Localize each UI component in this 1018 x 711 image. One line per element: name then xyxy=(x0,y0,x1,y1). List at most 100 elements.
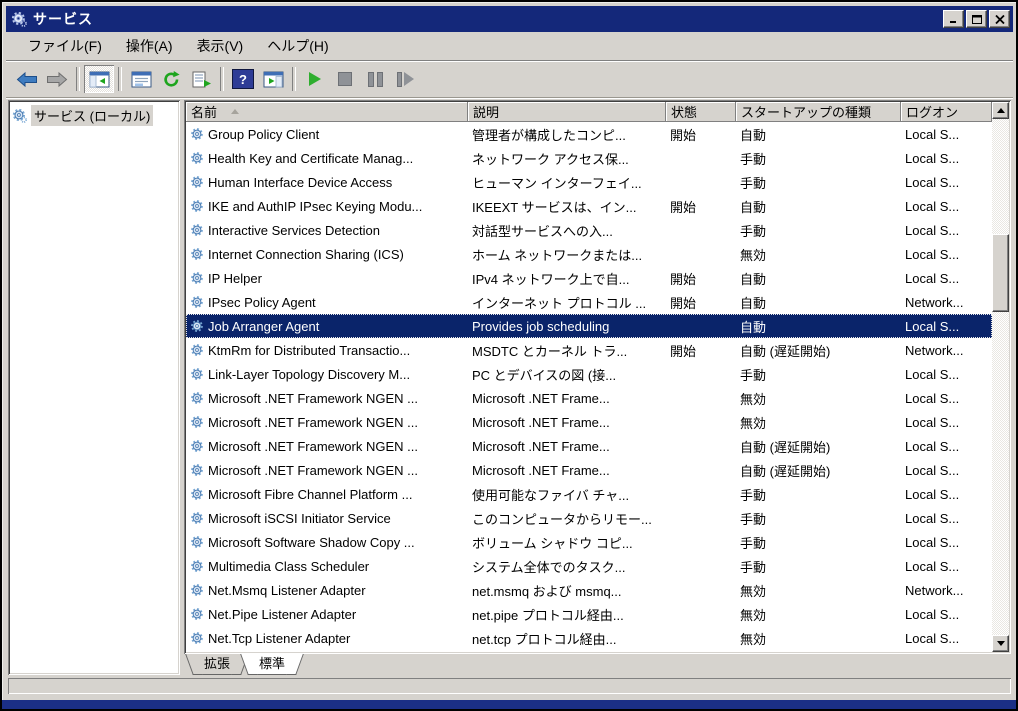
minimize-icon[interactable] xyxy=(943,10,964,28)
vertical-scrollbar[interactable] xyxy=(992,102,1009,652)
service-name: Multimedia Class Scheduler xyxy=(208,559,369,574)
service-name: Interactive Services Detection xyxy=(208,223,380,238)
table-row[interactable]: Microsoft Software Shadow Copy ... ボリューム… xyxy=(186,530,992,554)
service-gear-icon xyxy=(190,415,204,429)
services-gear-icon xyxy=(11,11,27,27)
table-row[interactable]: Human Interface Device Access ヒューマン インター… xyxy=(186,170,992,194)
sidebar-item-services-local[interactable]: サービス (ローカル) xyxy=(12,105,176,126)
help-icon[interactable]: ? xyxy=(228,65,258,93)
service-logon-as: Local S... xyxy=(901,223,992,238)
menu-action[interactable]: 操作(A) xyxy=(114,33,185,59)
service-description: 管理者が構成したコンピ... xyxy=(468,125,666,144)
service-gear-icon xyxy=(190,487,204,501)
service-gear-icon xyxy=(190,199,204,213)
service-logon-as: Local S... xyxy=(901,175,992,190)
table-row[interactable]: Health Key and Certificate Manag... ネットワ… xyxy=(186,146,992,170)
service-name-cell: Microsoft .NET Framework NGEN ... xyxy=(186,415,468,430)
export-list-icon[interactable] xyxy=(186,65,216,93)
service-name-cell: Microsoft Software Shadow Copy ... xyxy=(186,535,468,550)
menu-help[interactable]: ヘルプ(H) xyxy=(255,33,340,59)
column-header-description[interactable]: 説明 xyxy=(468,102,666,122)
table-row[interactable]: KtmRm for Distributed Transactio... MSDT… xyxy=(186,338,992,362)
restart-service-icon[interactable] xyxy=(390,65,420,93)
table-row[interactable]: Job Arranger Agent Provides job scheduli… xyxy=(186,314,992,338)
service-startup-type: 手動 xyxy=(736,365,901,384)
service-logon-as: Local S... xyxy=(901,511,992,526)
refresh-icon[interactable] xyxy=(156,65,186,93)
tab-extended[interactable]: 拡張 xyxy=(194,654,240,675)
status-text xyxy=(8,678,1011,694)
table-row[interactable]: Microsoft Fibre Channel Platform ... 使用可… xyxy=(186,482,992,506)
table-row[interactable]: IKE and AuthIP IPsec Keying Modu... IKEE… xyxy=(186,194,992,218)
column-header-status[interactable]: 状態 xyxy=(666,102,736,122)
service-status: 開始 xyxy=(666,269,736,288)
service-description: 対話型サービスへの入... xyxy=(468,221,666,240)
table-row[interactable]: Interactive Services Detection 対話型サービスへの… xyxy=(186,218,992,242)
column-header-startup-type[interactable]: スタートアップの種類 xyxy=(736,102,901,122)
close-icon[interactable] xyxy=(989,10,1010,28)
service-description: IKEEXT サービスは、イン... xyxy=(468,197,666,216)
back-icon[interactable] xyxy=(12,65,42,93)
start-service-icon[interactable] xyxy=(300,65,330,93)
service-gear-icon xyxy=(190,631,204,645)
service-startup-type: 無効 xyxy=(736,581,901,600)
tab-standard[interactable]: 標準 xyxy=(249,654,295,675)
service-description: Microsoft .NET Frame... xyxy=(468,439,666,454)
service-name: Health Key and Certificate Manag... xyxy=(208,151,413,166)
stop-service-icon[interactable] xyxy=(330,65,360,93)
scroll-down-icon[interactable] xyxy=(992,635,1009,652)
menu-file[interactable]: ファイル(F) xyxy=(16,33,114,59)
table-row[interactable]: Link-Layer Topology Discovery M... PC とデ… xyxy=(186,362,992,386)
table-row[interactable]: Net.Pipe Listener Adapter net.pipe プロトコル… xyxy=(186,602,992,626)
show-console-tree-icon[interactable] xyxy=(84,65,114,93)
service-name-cell: Human Interface Device Access xyxy=(186,175,468,190)
service-name-cell: Health Key and Certificate Manag... xyxy=(186,151,468,166)
service-description: ネットワーク アクセス保... xyxy=(468,149,666,168)
maximize-icon[interactable] xyxy=(966,10,987,28)
table-row[interactable]: Net.Tcp Listener Adapter net.tcp プロトコル経由… xyxy=(186,626,992,650)
service-startup-type: 手動 xyxy=(736,557,901,576)
service-status: 開始 xyxy=(666,293,736,312)
table-row[interactable]: Net.Msmq Listener Adapter net.msmq および m… xyxy=(186,578,992,602)
service-gear-icon xyxy=(190,367,204,381)
service-logon-as: Local S... xyxy=(901,199,992,214)
scrollbar-thumb[interactable] xyxy=(992,234,1009,312)
menu-view[interactable]: 表示(V) xyxy=(185,33,256,59)
service-name-cell: Multimedia Class Scheduler xyxy=(186,559,468,574)
table-row[interactable]: Microsoft .NET Framework NGEN ... Micros… xyxy=(186,386,992,410)
service-gear-icon xyxy=(190,535,204,549)
service-name: Job Arranger Agent xyxy=(208,319,319,334)
service-description: ヒューマン インターフェイ... xyxy=(468,173,666,192)
table-row[interactable]: Microsoft iSCSI Initiator Service このコンピュ… xyxy=(186,506,992,530)
show-action-pane-icon[interactable] xyxy=(258,65,288,93)
service-description: net.pipe プロトコル経由... xyxy=(468,605,666,624)
table-row[interactable]: Internet Connection Sharing (ICS) ホーム ネッ… xyxy=(186,242,992,266)
service-startup-type: 自動 xyxy=(736,197,901,216)
scroll-up-icon[interactable] xyxy=(992,102,1009,119)
service-startup-type: 無効 xyxy=(736,245,901,264)
column-header-logon[interactable]: ログオン xyxy=(901,102,992,122)
forward-icon[interactable] xyxy=(42,65,72,93)
table-row[interactable]: Microsoft .NET Framework NGEN ... Micros… xyxy=(186,410,992,434)
main-area: サービス (ローカル) 名前 説明 状態 スタートアップの種類 ログオン xyxy=(6,98,1013,675)
table-row[interactable]: Microsoft .NET Framework NGEN ... Micros… xyxy=(186,458,992,482)
service-gear-icon xyxy=(190,271,204,285)
service-logon-as: Local S... xyxy=(901,319,992,334)
service-name: Link-Layer Topology Discovery M... xyxy=(208,367,410,382)
service-gear-icon xyxy=(190,223,204,237)
titlebar[interactable]: サービス xyxy=(6,6,1013,32)
table-row[interactable]: Group Policy Client 管理者が構成したコンピ... 開始 自動… xyxy=(186,122,992,146)
table-row[interactable]: IPsec Policy Agent インターネット プロトコル ... 開始 … xyxy=(186,290,992,314)
service-startup-type: 手動 xyxy=(736,533,901,552)
pause-service-icon[interactable] xyxy=(360,65,390,93)
table-row[interactable]: Multimedia Class Scheduler システム全体でのタスク..… xyxy=(186,554,992,578)
service-name: Microsoft Software Shadow Copy ... xyxy=(208,535,415,550)
column-header-name[interactable]: 名前 xyxy=(186,102,468,122)
service-logon-as: Local S... xyxy=(901,367,992,382)
service-description: ボリューム シャドウ コピ... xyxy=(468,533,666,552)
menu-bar: ファイル(F) 操作(A) 表示(V) ヘルプ(H) xyxy=(6,32,1013,61)
properties-icon[interactable] xyxy=(126,65,156,93)
table-row[interactable]: Microsoft .NET Framework NGEN ... Micros… xyxy=(186,434,992,458)
service-description: Microsoft .NET Frame... xyxy=(468,391,666,406)
table-row[interactable]: IP Helper IPv4 ネットワーク上で自... 開始 自動 Local … xyxy=(186,266,992,290)
